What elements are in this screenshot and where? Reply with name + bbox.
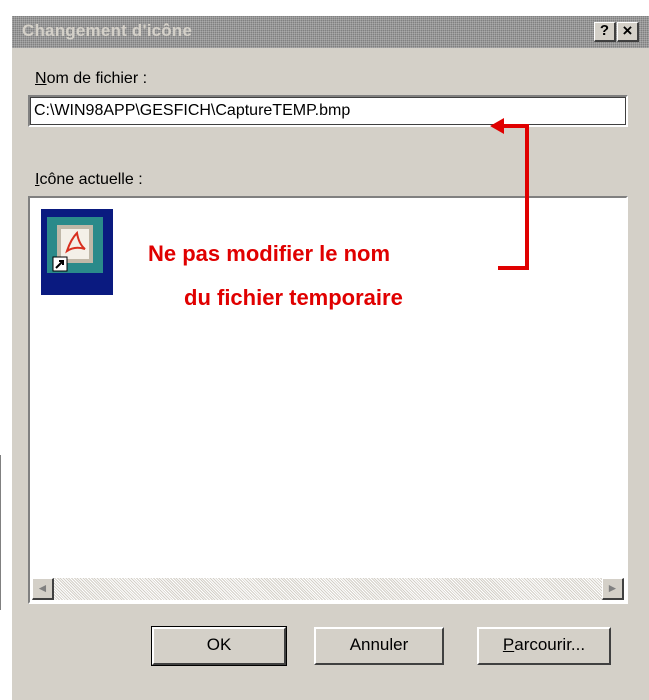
scroll-right-icon: ►	[606, 581, 619, 595]
filename-input[interactable]: C:\WIN98APP\GESFICH\CaptureTEMP.bmp	[28, 95, 628, 127]
filename-label-accesskey: N	[35, 70, 47, 87]
filename-label: Nom de fichier :	[35, 70, 147, 88]
scroll-left-icon: ◄	[36, 581, 49, 595]
current-icon-label-text: cône actuelle :	[39, 171, 143, 188]
help-button[interactable]: ?	[594, 22, 616, 42]
icon-list-item-selected[interactable]	[41, 209, 113, 295]
close-icon: ×	[622, 21, 633, 40]
scroll-left-button[interactable]: ◄	[32, 578, 54, 600]
horizontal-scrollbar[interactable]: ◄ ►	[32, 578, 624, 600]
annotation-line-1: Ne pas modifier le nom	[148, 241, 391, 266]
annotation-line-2: du fichier temporaire	[184, 285, 403, 310]
close-button[interactable]: ×	[617, 22, 639, 42]
filename-label-text: om de fichier :	[46, 70, 148, 87]
dialog-title: Changement d'icône	[22, 21, 193, 40]
scroll-right-button[interactable]: ►	[602, 578, 624, 600]
browse-button[interactable]: Parcourir...	[477, 627, 611, 665]
current-icon-label: Icône actuelle :	[35, 171, 143, 189]
cancel-button[interactable]: Annuler	[314, 627, 444, 665]
title-bar[interactable]: Changement d'icône ? ×	[12, 16, 649, 48]
acrobat-shortcut-icon	[47, 217, 103, 273]
ok-button[interactable]: OK	[151, 626, 287, 666]
help-icon: ?	[599, 22, 610, 39]
browse-button-label: arcourir...	[514, 635, 586, 654]
filename-value: C:\WIN98APP\GESFICH\CaptureTEMP.bmp	[34, 102, 351, 119]
browse-button-accesskey: P	[502, 635, 515, 654]
